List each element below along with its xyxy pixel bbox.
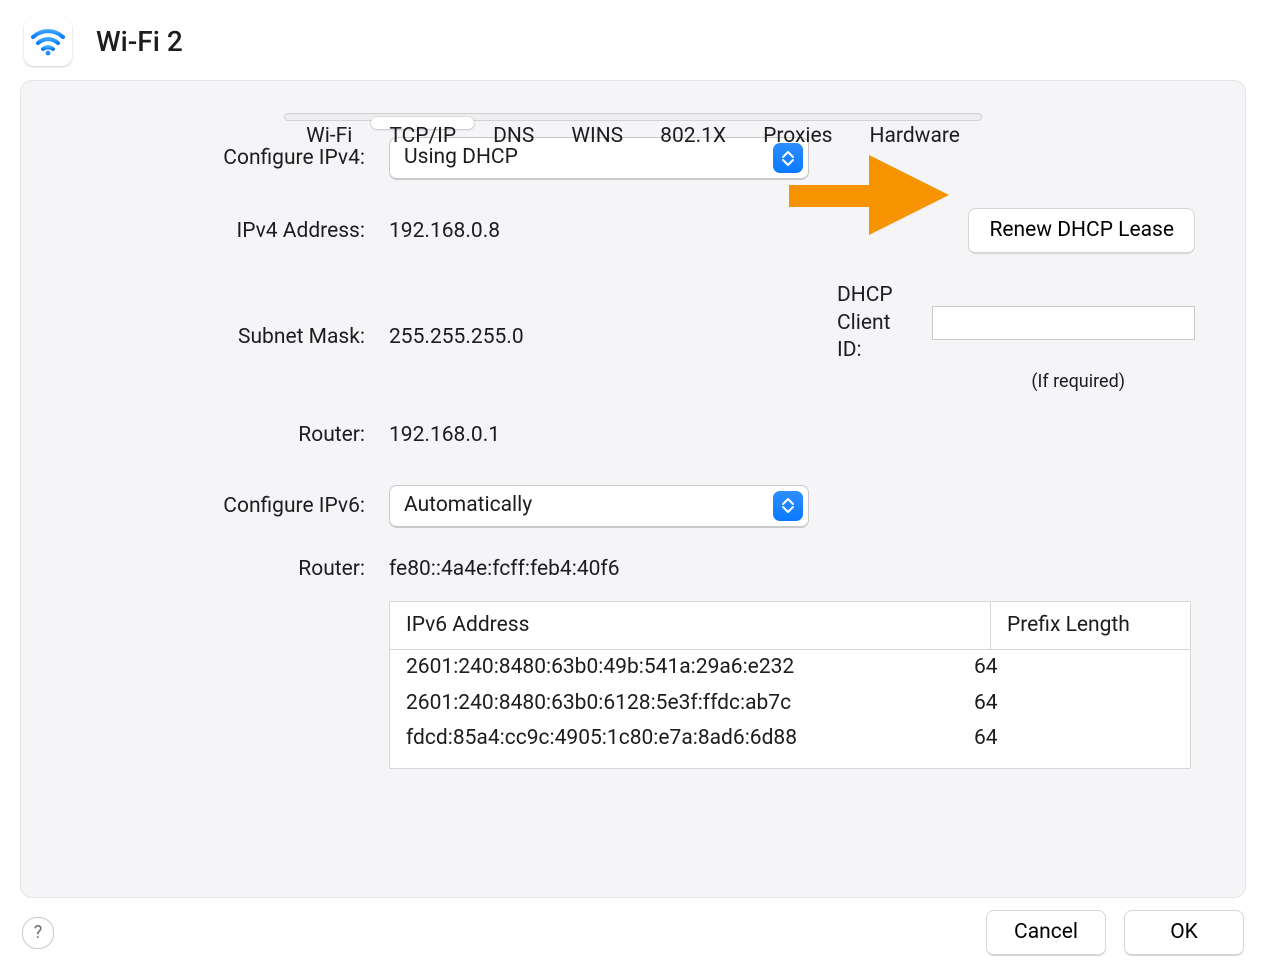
router-v4-label: Router: [71,422,371,449]
wifi-icon [24,18,72,66]
ipv6-address-table: IPv6 Address Prefix Length 2601:240:8480… [389,601,1191,769]
page-title: Wi-Fi 2 [96,24,183,60]
help-button[interactable]: ? [22,917,54,949]
tab-dns[interactable]: DNS [475,117,552,129]
table-row[interactable]: fdcd:85a4:cc9c:4905:1c80:e7a:8ad6:6d88 6… [390,721,1190,756]
table-row[interactable]: 2601:240:8480:63b0:49b:541a:29a6:e232 64 [390,650,1190,685]
tab-wifi[interactable]: Wi-Fi [288,117,370,129]
tab-wins[interactable]: WINS [553,117,641,129]
router-v6-label: Router: [71,556,371,583]
tab-tcpip[interactable]: TCP/IP [371,117,474,129]
table-row[interactable]: 2601:240:8480:63b0:6128:5e3f:ffdc:ab7c 6… [390,686,1190,721]
configure-ipv6-value: Automatically [404,492,532,519]
tab-bar: Wi-Fi TCP/IP DNS WINS 802.1X Proxies Har… [284,113,982,121]
ipv6-address-cell: 2601:240:8480:63b0:49b:541a:29a6:e232 [406,654,974,681]
ipv6-address-cell: fdcd:85a4:cc9c:4905:1c80:e7a:8ad6:6d88 [406,725,974,752]
ipv6-table-header-prefix: Prefix Length [990,602,1190,649]
configure-ipv4-value: Using DHCP [404,144,518,171]
ipv6-address-cell: 2601:240:8480:63b0:6128:5e3f:ffdc:ab7c [406,690,974,717]
cancel-button[interactable]: Cancel [986,910,1106,956]
ipv4-address-label: IPv4 Address: [71,218,371,245]
subnet-mask-label: Subnet Mask: [71,324,371,351]
subnet-mask-value: 255.255.255.0 [389,324,819,351]
tab-8021x[interactable]: 802.1X [642,117,744,129]
renew-dhcp-lease-button[interactable]: Renew DHCP Lease [968,208,1195,254]
router-v6-value: fe80::4a4e:fcff:feb4:40f6 [389,556,1195,583]
ok-button[interactable]: OK [1124,910,1244,956]
ipv6-table-header-address: IPv6 Address [390,602,990,649]
dhcp-client-id-input[interactable] [932,306,1195,340]
router-v4-value: 192.168.0.1 [389,422,819,449]
configure-ipv6-popup[interactable]: Automatically [389,485,809,528]
chevron-up-down-icon [773,491,803,521]
tab-hardware[interactable]: Hardware [852,117,978,129]
ipv6-prefix-cell: 64 [974,690,1174,717]
ipv4-address-value: 192.168.0.8 [389,218,819,245]
ipv6-prefix-cell: 64 [974,725,1174,752]
ipv6-prefix-cell: 64 [974,654,1174,681]
settings-panel: Wi-Fi TCP/IP DNS WINS 802.1X Proxies Har… [20,80,1246,898]
tab-proxies[interactable]: Proxies [745,117,850,129]
dhcp-client-id-note: (If required) [1031,370,1195,393]
dhcp-client-id-label: DHCP Client ID: [837,282,918,364]
configure-ipv4-label: Configure IPv4: [71,145,371,172]
configure-ipv6-label: Configure IPv6: [71,493,371,520]
